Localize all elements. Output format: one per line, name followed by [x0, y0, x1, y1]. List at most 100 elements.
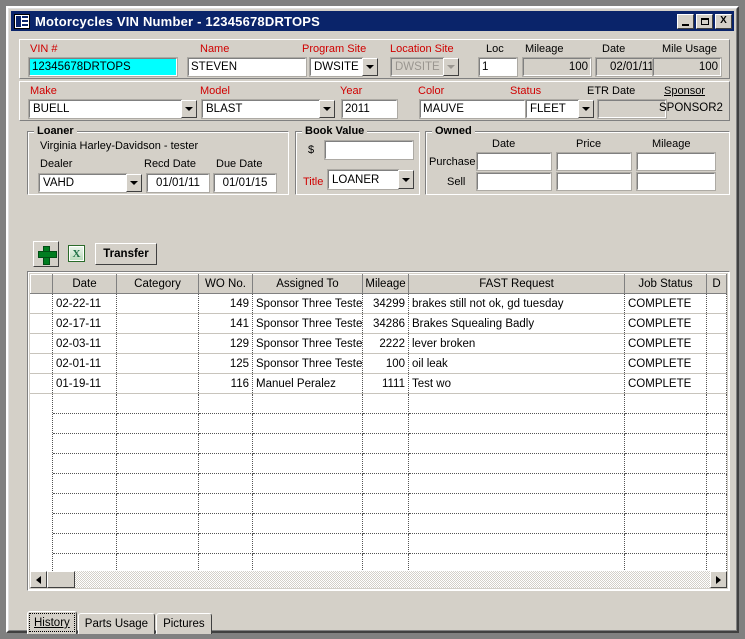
cell-empty[interactable]	[363, 394, 409, 414]
due-date-input[interactable]: 01/01/15	[214, 174, 276, 192]
cell-empty[interactable]	[363, 414, 409, 434]
cell-assigned-to[interactable]: Sponsor Three Tester	[253, 354, 363, 374]
excel-export-icon[interactable]: X	[68, 245, 85, 262]
col-header-assigned-to[interactable]: Assigned To	[253, 275, 363, 294]
purchase-mileage-input[interactable]	[637, 153, 715, 170]
book-value-input[interactable]	[325, 141, 413, 159]
cell-wo-no[interactable]: 149	[199, 294, 253, 314]
cell-empty[interactable]	[53, 454, 117, 474]
cell-empty[interactable]	[117, 394, 199, 414]
cell-empty[interactable]	[707, 414, 727, 434]
tab-pictures[interactable]: Pictures	[156, 613, 212, 634]
scroll-track[interactable]	[75, 571, 710, 588]
cell-category[interactable]	[117, 334, 199, 354]
col-header-wo-no[interactable]: WO No.	[199, 275, 253, 294]
cell-empty[interactable]	[117, 434, 199, 454]
sell-date-input[interactable]	[477, 173, 551, 190]
year-input[interactable]: 2011	[342, 100, 397, 118]
cell-extra[interactable]	[707, 334, 727, 354]
row-selector[interactable]	[31, 374, 53, 394]
program-site-select[interactable]: DWSITE	[310, 58, 378, 76]
cell-wo-no[interactable]: 116	[199, 374, 253, 394]
recd-date-input[interactable]: 01/01/11	[147, 174, 209, 192]
cell-job-status[interactable]: COMPLETE	[625, 334, 707, 354]
cell-assigned-to[interactable]: Sponsor Three Tester	[253, 294, 363, 314]
cell-empty[interactable]	[363, 454, 409, 474]
chevron-down-icon[interactable]	[181, 100, 197, 118]
cell-empty[interactable]	[53, 414, 117, 434]
cell-date[interactable]: 02-17-11	[53, 314, 117, 334]
close-button[interactable]: X	[715, 14, 732, 29]
cell-fast-request[interactable]: Test wo	[409, 374, 625, 394]
cell-assigned-to[interactable]: Sponsor Three Tester	[253, 334, 363, 354]
color-input[interactable]: MAUVE	[420, 100, 525, 118]
table-row[interactable]: 02-01-11 125 Sponsor Three Tester 100 oi…	[31, 354, 727, 374]
table-row-empty[interactable]	[31, 474, 727, 494]
table-row[interactable]: 02-22-11 149 Sponsor Three Tester 34299 …	[31, 294, 727, 314]
cell-empty[interactable]	[253, 454, 363, 474]
cell-empty[interactable]	[117, 474, 199, 494]
row-selector[interactable]	[31, 454, 53, 474]
row-selector[interactable]	[31, 314, 53, 334]
cell-empty[interactable]	[409, 514, 625, 534]
cell-empty[interactable]	[199, 494, 253, 514]
chevron-down-icon[interactable]	[362, 58, 378, 76]
dealer-select[interactable]: VAHD	[39, 174, 142, 192]
cell-empty[interactable]	[363, 434, 409, 454]
cell-empty[interactable]	[199, 434, 253, 454]
cell-date[interactable]: 02-03-11	[53, 334, 117, 354]
scroll-thumb[interactable]	[47, 571, 75, 588]
col-header-mileage[interactable]: Mileage	[363, 275, 409, 294]
cell-empty[interactable]	[707, 534, 727, 554]
row-selector[interactable]	[31, 534, 53, 554]
vin-input[interactable]: 12345678DRTOPS	[29, 58, 177, 76]
row-selector[interactable]	[31, 474, 53, 494]
cell-empty[interactable]	[253, 414, 363, 434]
cell-category[interactable]	[117, 374, 199, 394]
cell-empty[interactable]	[253, 494, 363, 514]
cell-mileage[interactable]: 34286	[363, 314, 409, 334]
cell-empty[interactable]	[253, 534, 363, 554]
cell-empty[interactable]	[363, 534, 409, 554]
cell-empty[interactable]	[625, 394, 707, 414]
table-row-empty[interactable]	[31, 494, 727, 514]
cell-empty[interactable]	[253, 394, 363, 414]
cell-empty[interactable]	[117, 414, 199, 434]
grid-horizontal-scrollbar[interactable]	[30, 571, 727, 588]
cell-category[interactable]	[117, 354, 199, 374]
cell-empty[interactable]	[707, 514, 727, 534]
col-header-fast-request[interactable]: FAST Request	[409, 275, 625, 294]
cell-empty[interactable]	[707, 474, 727, 494]
chevron-down-icon[interactable]	[578, 100, 594, 118]
cell-wo-no[interactable]: 129	[199, 334, 253, 354]
cell-empty[interactable]	[625, 474, 707, 494]
sell-mileage-input[interactable]	[637, 173, 715, 190]
add-record-button[interactable]	[33, 241, 59, 267]
cell-empty[interactable]	[707, 434, 727, 454]
cell-empty[interactable]	[117, 454, 199, 474]
loc-input[interactable]: 1	[479, 58, 517, 76]
cell-empty[interactable]	[707, 394, 727, 414]
cell-empty[interactable]	[625, 414, 707, 434]
table-row-empty[interactable]	[31, 454, 727, 474]
cell-empty[interactable]	[363, 514, 409, 534]
row-selector[interactable]	[31, 434, 53, 454]
cell-extra[interactable]	[707, 374, 727, 394]
table-row-empty[interactable]	[31, 534, 727, 554]
cell-empty[interactable]	[625, 434, 707, 454]
cell-job-status[interactable]: COMPLETE	[625, 294, 707, 314]
cell-empty[interactable]	[53, 514, 117, 534]
name-input[interactable]: STEVEN	[188, 58, 306, 76]
row-selector[interactable]	[31, 414, 53, 434]
make-select[interactable]: BUELL	[29, 100, 197, 118]
cell-empty[interactable]	[707, 454, 727, 474]
cell-empty[interactable]	[117, 534, 199, 554]
row-selector[interactable]	[31, 494, 53, 514]
cell-empty[interactable]	[409, 474, 625, 494]
cell-empty[interactable]	[253, 514, 363, 534]
cell-extra[interactable]	[707, 354, 727, 374]
cell-empty[interactable]	[363, 494, 409, 514]
status-select[interactable]: FLEET	[526, 100, 594, 118]
cell-fast-request[interactable]: Brakes Squealing Badly	[409, 314, 625, 334]
col-header-extra[interactable]: D	[707, 275, 727, 294]
